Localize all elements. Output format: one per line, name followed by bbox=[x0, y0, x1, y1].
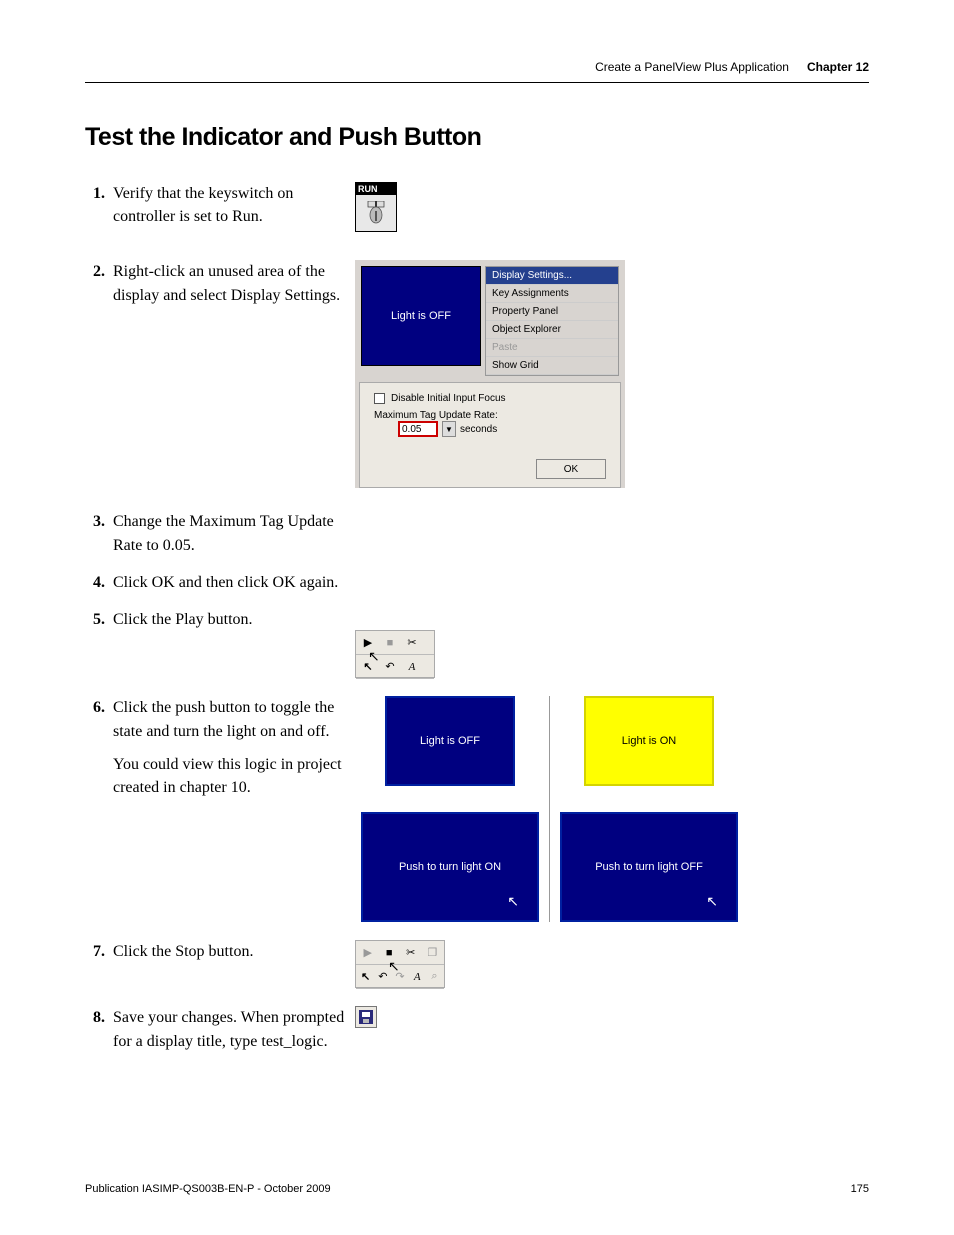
menu-object-explorer[interactable]: Object Explorer bbox=[486, 321, 618, 339]
text-icon[interactable]: A bbox=[404, 659, 420, 675]
menu-key-assignments[interactable]: Key Assignments bbox=[486, 285, 618, 303]
step-6: 6. Click the push button to toggle the s… bbox=[85, 696, 345, 799]
cursor-icon: ↖ bbox=[388, 959, 400, 976]
step-text: Click the push button to toggle the stat… bbox=[113, 696, 345, 799]
step-number: 1. bbox=[85, 182, 113, 228]
menu-property-panel[interactable]: Property Panel bbox=[486, 303, 618, 321]
step-1: 1. Verify that the keyswitch on controll… bbox=[85, 182, 345, 228]
header-chapter: Chapter 12 bbox=[807, 60, 869, 74]
publication-info: Publication IASIMP-QS003B-EN-P - October… bbox=[85, 1183, 331, 1195]
cursor-icon: ↖ bbox=[706, 893, 718, 910]
step-text: Click OK and then click OK again. bbox=[113, 571, 345, 594]
step-6-main: Click the push button to toggle the stat… bbox=[113, 699, 334, 739]
step-number: 5. bbox=[85, 608, 113, 631]
indicator-on: Light is ON bbox=[584, 696, 714, 786]
copy-icon[interactable]: ❐ bbox=[425, 945, 441, 961]
settings-panel: Disable Initial Input Focus Maximum Tag … bbox=[359, 382, 621, 488]
step-number: 7. bbox=[85, 940, 113, 963]
figure-run-keyswitch: RUN bbox=[355, 182, 397, 232]
push-button-on[interactable]: Push to turn light ON ↖ bbox=[361, 812, 539, 922]
page-footer: Publication IASIMP-QS003B-EN-P - October… bbox=[85, 1183, 869, 1195]
indicator-off: Light is OFF bbox=[385, 696, 515, 786]
divider bbox=[549, 696, 550, 922]
stop-icon[interactable]: ■ bbox=[382, 635, 398, 651]
step-text: Right-click an unused area of the displa… bbox=[113, 260, 345, 306]
figure-stop-toolbar: ▶ ■ ✂ ❐ ↖ ↶ ↷ A ⌕ ↖ bbox=[355, 940, 445, 988]
step-text: Save your changes. When prompted for a d… bbox=[113, 1006, 345, 1052]
push-button-off[interactable]: Push to turn light OFF ↖ bbox=[560, 812, 738, 922]
undo-icon[interactable]: ↶ bbox=[382, 659, 398, 675]
search-icon[interactable]: ⌕ bbox=[429, 969, 440, 985]
cursor-icon: ↖ bbox=[368, 649, 380, 666]
push-button-on-label: Push to turn light ON bbox=[399, 861, 501, 873]
label-rate: Maximum Tag Update Rate: bbox=[374, 410, 606, 421]
step-number: 2. bbox=[85, 260, 113, 306]
page-header: Create a PanelView Plus Application Chap… bbox=[85, 60, 869, 83]
step-number: 3. bbox=[85, 510, 113, 556]
step-number: 8. bbox=[85, 1006, 113, 1052]
ok-button[interactable]: OK bbox=[536, 459, 606, 479]
figure-display-settings: Light is OFF Display Settings... Key Ass… bbox=[355, 260, 625, 488]
menu-show-grid[interactable]: Show Grid bbox=[486, 357, 618, 375]
step-2: 2. Right-click an unused area of the dis… bbox=[85, 260, 345, 306]
figure-play-toolbar: ▶ ■ ✂ ↖ ↶ A ↖ bbox=[355, 630, 435, 678]
figure-light-states: Light is OFF Push to turn light ON ↖ Lig… bbox=[355, 696, 869, 922]
menu-display-settings[interactable]: Display Settings... bbox=[486, 267, 618, 285]
step-text: Verify that the keyswitch on controller … bbox=[113, 182, 345, 228]
step-6-sub: You could view this logic in project cre… bbox=[113, 753, 345, 799]
undo-icon[interactable]: ↶ bbox=[377, 969, 388, 985]
context-menu: Display Settings... Key Assignments Prop… bbox=[485, 266, 619, 376]
section-title: Test the Indicator and Push Button bbox=[85, 123, 869, 152]
step-text: Click the Play button. bbox=[113, 608, 345, 631]
input-rate[interactable]: 0.05 bbox=[398, 421, 438, 437]
step-text: Change the Maximum Tag Update Rate to 0.… bbox=[113, 510, 345, 556]
push-button-off-label: Push to turn light OFF bbox=[595, 861, 703, 873]
text-icon[interactable]: A bbox=[412, 969, 423, 985]
pointer-icon[interactable]: ↖ bbox=[360, 969, 371, 985]
dropdown-rate[interactable]: ▼ bbox=[442, 421, 456, 437]
save-icon bbox=[359, 1010, 373, 1024]
step-number: 6. bbox=[85, 696, 113, 799]
play-icon[interactable]: ▶ bbox=[360, 945, 376, 961]
cut-icon[interactable]: ✂ bbox=[404, 635, 420, 651]
header-title: Create a PanelView Plus Application bbox=[595, 60, 789, 74]
label-seconds: seconds bbox=[460, 424, 497, 435]
checkbox-disable-focus[interactable] bbox=[374, 393, 385, 404]
run-label: RUN bbox=[356, 183, 396, 195]
figure-save-button[interactable] bbox=[355, 1006, 377, 1028]
step-number: 4. bbox=[85, 571, 113, 594]
keyswitch-icon bbox=[356, 195, 396, 231]
step-8: 8. Save your changes. When prompted for … bbox=[85, 1006, 345, 1052]
step-4: 4. Click OK and then click OK again. bbox=[85, 571, 345, 594]
cut-icon[interactable]: ✂ bbox=[403, 945, 419, 961]
cursor-icon: ↖ bbox=[507, 893, 519, 910]
step-5: 5. Click the Play button. bbox=[85, 608, 345, 631]
step-3: 3. Change the Maximum Tag Update Rate to… bbox=[85, 510, 345, 556]
page-number: 175 bbox=[851, 1183, 869, 1195]
step-text: Click the Stop button. bbox=[113, 940, 345, 963]
step-7: 7. Click the Stop button. bbox=[85, 940, 345, 963]
label-disable-focus: Disable Initial Input Focus bbox=[391, 393, 506, 404]
indicator-light-off: Light is OFF bbox=[361, 266, 481, 366]
menu-paste: Paste bbox=[486, 339, 618, 357]
